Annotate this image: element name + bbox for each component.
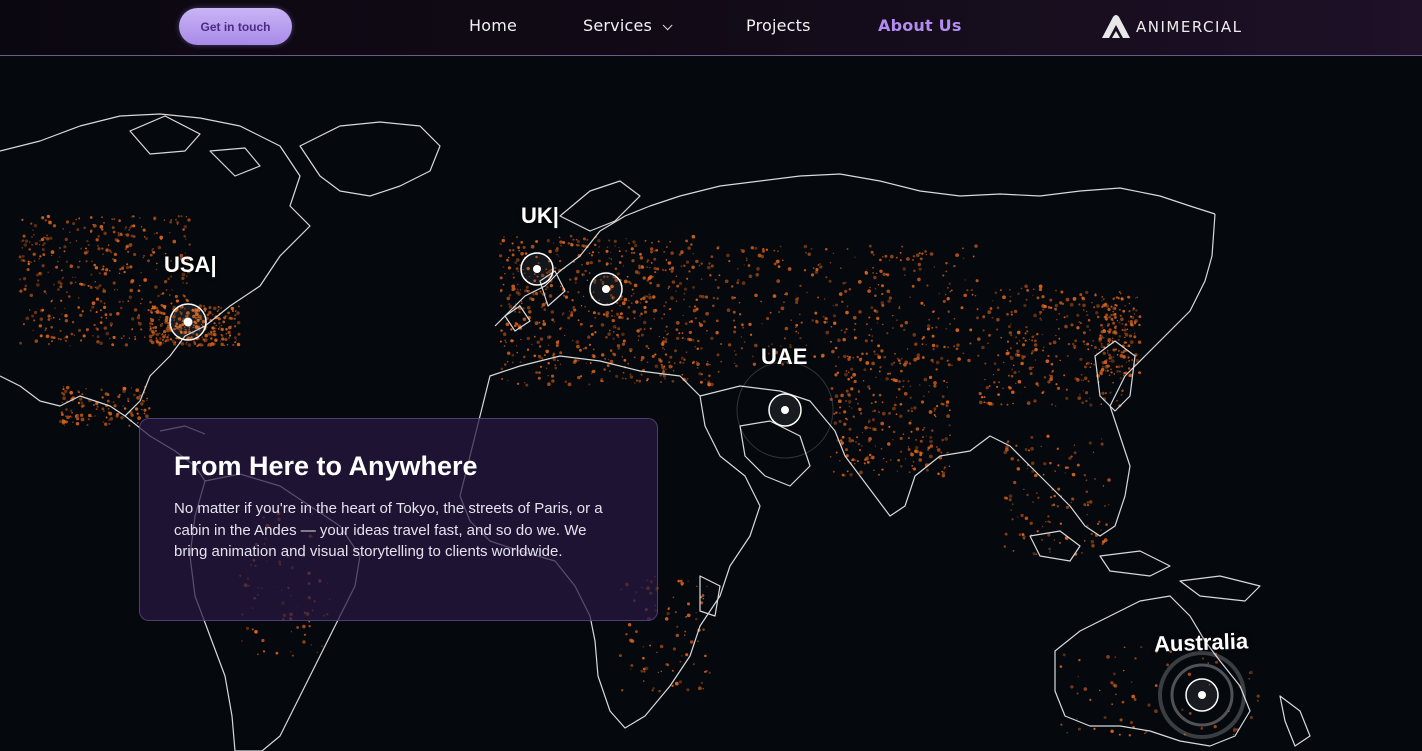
brand-mark-icon xyxy=(1102,15,1130,38)
usa-marker[interactable] xyxy=(169,303,207,341)
top-navbar: Get in touch Home Services Projects Abou… xyxy=(0,0,1422,56)
location-label-australia: Australia xyxy=(1154,628,1249,657)
location-label-uae: UAE xyxy=(761,344,807,370)
nav-home-link[interactable]: Home xyxy=(469,16,517,35)
north-america-outline xyxy=(0,113,311,417)
australia-marker[interactable] xyxy=(1158,651,1246,739)
uae-marker[interactable] xyxy=(736,361,834,459)
nav-projects-link[interactable]: Projects xyxy=(746,16,811,35)
get-in-touch-button[interactable]: Get in touch xyxy=(179,8,292,45)
europe-marker[interactable] xyxy=(589,272,623,306)
australia-label-text: Australia xyxy=(1153,628,1249,657)
uae-label-text: UAE xyxy=(761,344,808,369)
uk-marker[interactable] xyxy=(520,252,554,286)
usa-label-text: USA xyxy=(164,252,211,277)
nav-services-link[interactable]: Services xyxy=(583,16,673,35)
card-body: No matter if you're in the heart of Toky… xyxy=(174,500,603,560)
brand-wordmark: ANIMERCIAL xyxy=(1136,18,1243,36)
brand-logo[interactable]: ANIMERCIAL xyxy=(1100,14,1243,40)
card-title: From Here to Anywhere xyxy=(174,451,478,481)
location-label-uk: UK| xyxy=(521,203,559,228)
nav-about-link[interactable]: About Us xyxy=(878,16,962,35)
info-card: From Here to Anywhere No matter if you'r… xyxy=(139,418,658,621)
location-label-usa: USA| xyxy=(164,252,217,277)
chevron-down-icon xyxy=(662,20,673,31)
nav-services-label: Services xyxy=(583,16,653,35)
uk-label-text: UK xyxy=(521,203,553,228)
